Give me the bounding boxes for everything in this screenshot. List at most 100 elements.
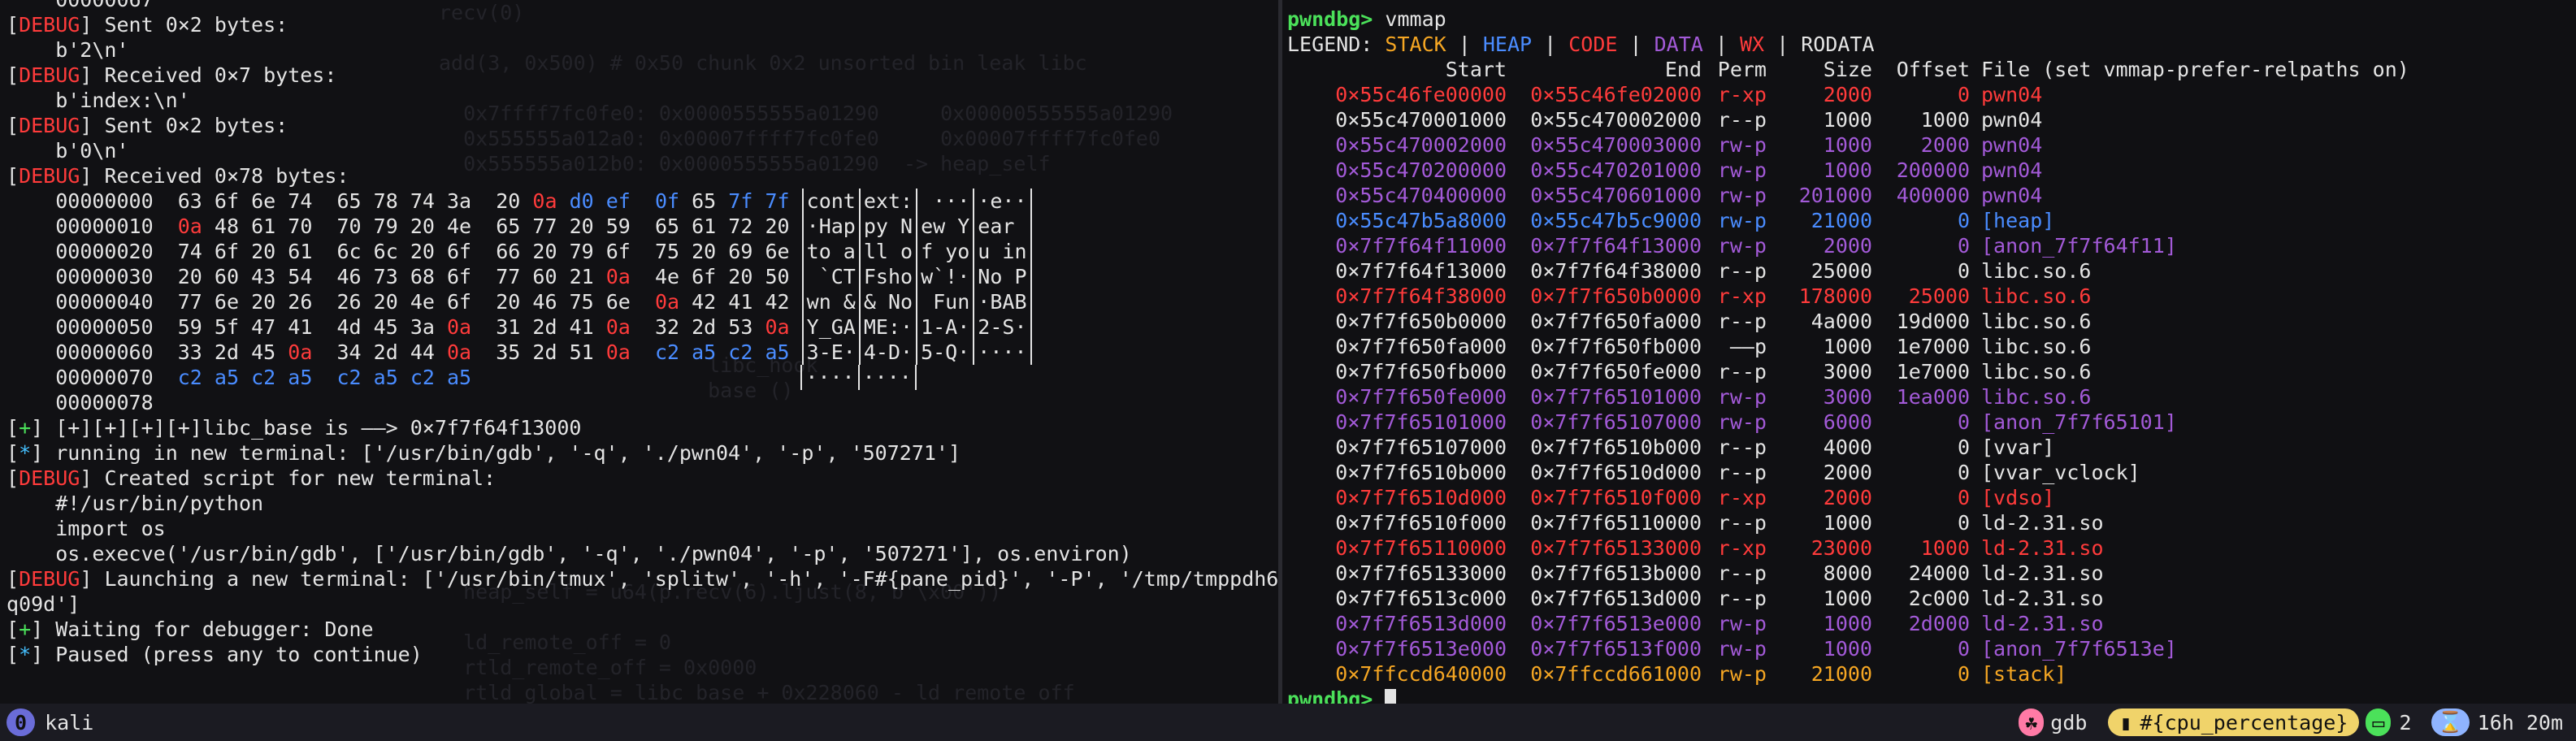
ascii-group: Y_GA	[801, 314, 861, 340]
row-end: 0×55c47b5c9000	[1530, 209, 1702, 232]
hex-byte: 26	[336, 290, 362, 314]
hex-byte: 0a	[532, 189, 557, 213]
hex-byte: 20	[251, 240, 276, 263]
hex-byte: 31	[496, 315, 521, 339]
log-tag: DEBUG	[19, 466, 80, 490]
hex-byte: 46	[532, 290, 557, 314]
hexdump-row: 00000020 74 6f 20 61 6c 6c 20 6f 66 20 7…	[7, 239, 1278, 264]
hex-group: 77 60 21 0a	[496, 264, 631, 289]
hex-byte: a5	[765, 340, 790, 364]
right-terminal-pane[interactable]: pwndbg> vmmap LEGEND: STACK | HEAP | CODE…	[1282, 0, 2576, 704]
row-start: 0×7f7f6510b000	[1335, 461, 1507, 484]
hex-group: 34 2d 44 0a	[336, 340, 471, 365]
pwndbg-output: pwndbg> vmmap LEGEND: STACK | HEAP | CODE…	[1287, 6, 2409, 704]
log-tag: *	[19, 643, 32, 666]
row-offset: 0	[1957, 83, 1970, 106]
row-offset: 0	[1957, 259, 1970, 283]
row-file: pwn04	[1981, 83, 2043, 106]
hex-group: 6c 6c 20 6f	[336, 239, 471, 264]
hex-byte: 65	[654, 214, 680, 238]
row-perm: rw-p	[1717, 410, 1767, 434]
row-size: 1000	[1823, 637, 1872, 661]
hex-byte: 42	[692, 290, 717, 314]
vmmap-row: 0×55c470200000 0×55c470201000 rw-p 1000 2000…	[1287, 158, 2409, 183]
hex-byte: 0a	[447, 340, 472, 364]
row-size: 4000	[1823, 436, 1872, 459]
hexdump-row: 00000050 59 5f 47 41 4d 45 3a 0a 31 2d 4…	[7, 314, 1278, 340]
row-end: 0×7f7f650b0000	[1530, 284, 1702, 308]
hex-byte: 65	[496, 214, 521, 238]
hex-group: 0a 42 41 42	[655, 289, 790, 314]
session-index-badge[interactable]: 0	[7, 708, 36, 736]
row-end: 0×7f7f6513e000	[1530, 612, 1702, 635]
row-file: [anon_7f7f64f11]	[1981, 234, 2177, 258]
row-start: 0×7f7f650fe000	[1335, 385, 1507, 409]
hex-offset: 00000030	[55, 265, 154, 288]
chip-icon: ▮	[2119, 710, 2132, 734]
hex-group: 70 79 20 4e	[336, 214, 471, 239]
row-size: 1000	[1823, 587, 1872, 610]
vmmap-row: 0×55c470400000 0×55c470601000 rw-p 201000 40…	[1287, 183, 2409, 208]
ascii-group: ear	[974, 214, 1032, 239]
row-offset: 0	[1957, 511, 1970, 535]
hex-byte: 20	[177, 265, 202, 288]
hex-byte: c2	[251, 366, 276, 389]
log-line: b'2\n'	[7, 37, 1278, 63]
hex-byte: 20	[251, 290, 276, 314]
clock-icon: ⌛	[2431, 708, 2470, 736]
hex-byte: 6e	[765, 240, 790, 263]
row-file: [vdso]	[1981, 486, 2055, 509]
hex-byte: 6f	[605, 240, 631, 263]
row-end: 0×7f7f65110000	[1530, 511, 1702, 535]
row-file: libc.so.6	[1981, 335, 2092, 358]
vmmap-row: 0×7f7f6510b000 0×7f7f6510d000 r--p 2000 0 [vv…	[1287, 460, 2409, 485]
row-size: 2000	[1823, 234, 1872, 258]
hexdump-row: 00000000 63 6f 6e 74 65 78 74 3a 20 0a d…	[7, 188, 1278, 214]
row-size: 201000	[1798, 184, 1872, 207]
log-tag: DEBUG	[19, 164, 80, 188]
row-start: 0×7f7f650b0000	[1335, 310, 1507, 333]
row-start: 0×55c470002000	[1335, 133, 1507, 157]
row-file: [anon_7f7f65101]	[1981, 410, 2177, 434]
log-line: b'index:\n'	[7, 88, 1278, 113]
ascii-group: w`!·	[917, 264, 975, 289]
vmmap-row: 0×7f7f650b0000 0×7f7f650fa000 r--p 4a000 19d…	[1287, 309, 2409, 334]
ascii-group: ····	[974, 340, 1032, 365]
hex-byte: 41	[288, 315, 313, 339]
vmmap-row: 0×7f7f6513c000 0×7f7f6513d000 r--p 1000 2c00…	[1287, 586, 2409, 611]
row-offset: 1ea000	[1896, 385, 1970, 409]
ascii-group: ·Hap	[801, 214, 861, 239]
vmmap-row: 0×7f7f64f11000 0×7f7f64f13000 rw-p 2000 0 [an…	[1287, 233, 2409, 258]
hex-group: c2 a5 c2 a5	[336, 365, 471, 390]
prompt-line-final: pwndbg>	[1287, 687, 2409, 704]
hex-group: 65 77 20 59	[496, 214, 631, 239]
hex-byte: 74	[177, 240, 202, 263]
hex-byte: 20	[373, 290, 398, 314]
hex-byte: 70	[288, 214, 313, 238]
hex-byte: d0	[569, 189, 594, 213]
row-file: libc.so.6	[1981, 385, 2092, 409]
ascii-group: wn &	[801, 289, 861, 314]
row-end: 0×7ffccd661000	[1530, 662, 1702, 686]
row-size: 1000	[1823, 335, 1872, 358]
ascii-group: & No	[861, 289, 918, 314]
row-end: 0×55c470003000	[1530, 133, 1702, 157]
row-perm: rw-p	[1717, 385, 1767, 409]
row-end: 0×7f7f64f38000	[1530, 259, 1702, 283]
hex-byte: 43	[251, 265, 276, 288]
row-offset: 2c000	[1908, 587, 1970, 610]
ascii-group: ext:	[861, 188, 918, 214]
pwndbg-prompt: pwndbg>	[1287, 7, 1373, 31]
left-terminal-pane[interactable]: recv(0) add(3, 0x500) # 0x50 chunk 0x2 un…	[0, 0, 1278, 704]
hex-byte: 3a	[447, 189, 472, 213]
hex-byte: 63	[177, 189, 202, 213]
row-file: pwn04	[1981, 108, 2043, 132]
cpu-format-text: #{cpu_percentage}	[2140, 710, 2348, 734]
uptime: 16h 20m	[2477, 710, 2563, 734]
hex-byte: 34	[336, 340, 362, 364]
row-size: 1000	[1823, 108, 1872, 132]
terminal-cursor[interactable]	[1385, 689, 1397, 704]
hex-group: 20 60 43 54	[178, 264, 313, 289]
log-tag: *	[19, 441, 32, 465]
window-count: 2	[2399, 710, 2412, 734]
